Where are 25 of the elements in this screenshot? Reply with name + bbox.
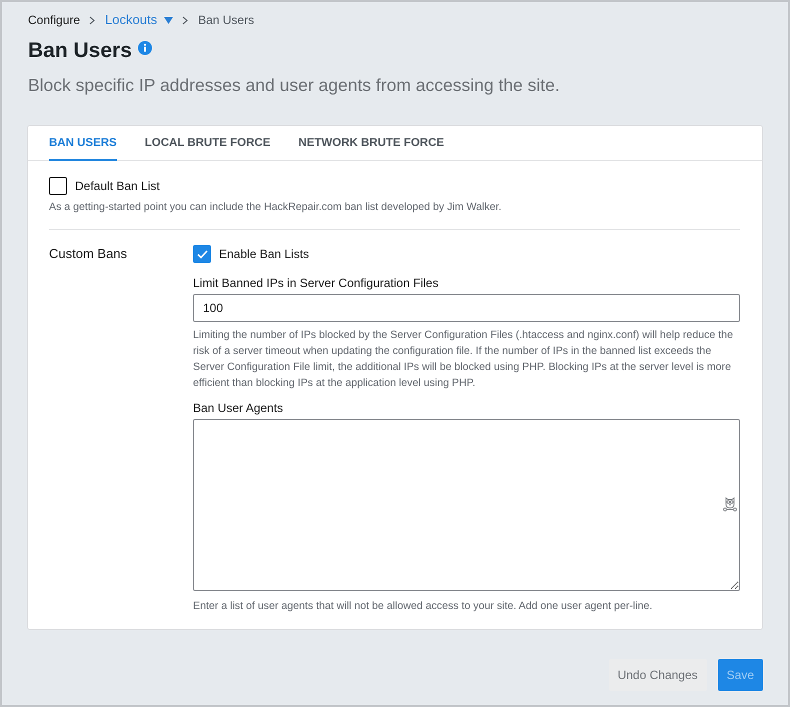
breadcrumb-current: Ban Users — [198, 12, 254, 28]
help-text: As a getting-started point you can include the HackRepair.com ban list developed by Jim Walker. — [49, 200, 502, 214]
section-label: Custom Bans — [49, 246, 128, 261]
checkbox-label[interactable]: Enable Ban Lists — [219, 246, 310, 262]
textarea-field[interactable] — [193, 419, 740, 591]
breadcrumb-link[interactable]: Configure — [28, 12, 80, 28]
caret-icon — [164, 16, 174, 24]
checkbox[interactable] — [49, 177, 67, 195]
field-label: Limit Banned IPs in Server Configuration Files — [193, 275, 440, 291]
tab[interactable]: BAN USERS — [49, 126, 117, 161]
tab[interactable]: NETWORK BRUTE FORCE — [298, 126, 444, 161]
tab[interactable]: LOCAL BRUTE FORCE — [144, 126, 270, 161]
input-field[interactable]: 100 — [193, 294, 740, 322]
page-subtitle: Block specific IP addresses and user agents from accessing the site. — [28, 74, 561, 96]
info-icon[interactable] — [138, 41, 152, 55]
owl-icon[interactable] — [723, 497, 737, 512]
checkbox[interactable] — [193, 245, 211, 263]
chevron-right-icon — [89, 16, 96, 24]
chevron-right-icon — [182, 16, 188, 24]
checkbox-label[interactable]: Default Ban List — [75, 178, 160, 194]
page-title: Ban Users — [28, 38, 132, 64]
help-text: Enter a list of user agents that will not be allowed access to your site. Add one user agent per-line. — [193, 599, 654, 613]
field-label: Ban User Agents — [193, 400, 284, 416]
checkmark-icon — [196, 250, 208, 258]
help-text: Limiting the number of IPs blocked by the Server Configuration Files (.htaccess and nginx.conf) will help reduce the risk of a server timeout when updating the configuration file. If the number of IPs in the banned list exceeds the Server Configuration File limit, the additional IPs will be blocked using PHP. Blocking IPs at the server level is more efficient than blocking IPs at the application level using PHP. — [193, 328, 734, 391]
